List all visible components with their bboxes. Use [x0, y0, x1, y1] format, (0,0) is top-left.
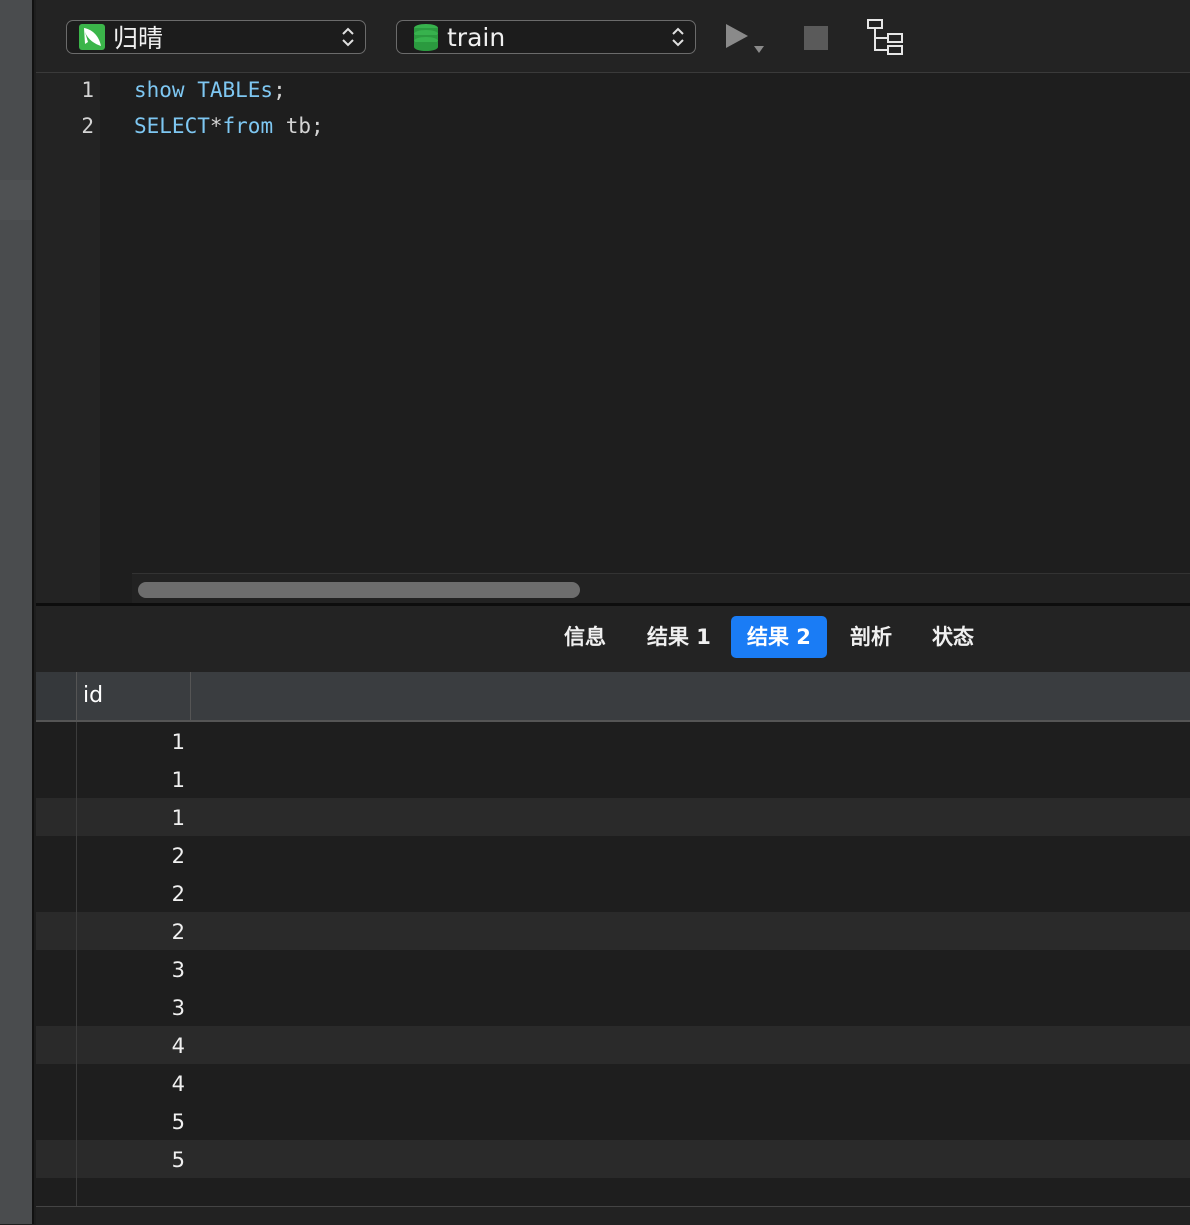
- leaf-connection-icon: [79, 24, 105, 50]
- table-row[interactable]: 3: [36, 950, 1190, 988]
- connection-label: 归晴: [113, 24, 164, 53]
- bottom-status-bar: [36, 1206, 1190, 1225]
- table-cell[interactable]: 2: [77, 874, 185, 912]
- table-row[interactable]: 3: [36, 988, 1190, 1026]
- sidebar-edge: [32, 0, 34, 1224]
- tab-result-1[interactable]: 结果 1: [631, 616, 727, 658]
- table-cell[interactable]: 1: [77, 722, 185, 760]
- query-toolbar: 归晴 train: [36, 0, 1190, 73]
- line-number: 2: [81, 114, 94, 138]
- chevron-updown-icon: [672, 27, 684, 47]
- table-row[interactable]: 5: [36, 1102, 1190, 1140]
- code-token: *: [209, 114, 223, 138]
- line-number: 1: [81, 78, 94, 102]
- database-icon: [414, 24, 438, 51]
- grid-rows: 1 1 1 2 2 2 3 3 4 4 5 5: [36, 722, 1190, 1210]
- code-line-1[interactable]: show TABLEs;: [134, 78, 286, 102]
- play-icon: [726, 24, 764, 53]
- sidebar-selection-shade: [0, 180, 34, 220]
- result-grid: id 1 1 1 2 2 2 3 3 4 4 5 5: [36, 672, 1190, 1224]
- table-row[interactable]: 4: [36, 1026, 1190, 1064]
- run-button[interactable]: [724, 18, 768, 62]
- result-tabs: 信息 结果 1 结果 2 剖析 状态: [36, 606, 1190, 672]
- grid-header: id: [36, 672, 1190, 722]
- table-row[interactable]: 1: [36, 722, 1190, 760]
- table-cell[interactable]: 1: [77, 760, 185, 798]
- database-select[interactable]: train: [396, 20, 696, 54]
- tab-info[interactable]: 信息: [548, 616, 622, 658]
- table-cell[interactable]: 4: [77, 1064, 185, 1102]
- database-label: train: [447, 22, 506, 52]
- tree-icon: [867, 19, 903, 55]
- left-sidebar-strip: [0, 0, 34, 1224]
- line-number-gutter: [36, 73, 100, 603]
- table-cell[interactable]: 2: [77, 912, 185, 950]
- table-cell[interactable]: 1: [77, 798, 185, 836]
- column-header-id[interactable]: id: [77, 672, 191, 720]
- tab-profile[interactable]: 剖析: [834, 616, 908, 658]
- row-header-corner: [36, 672, 77, 720]
- code-token: tb;: [273, 114, 324, 138]
- table-row[interactable]: 2: [36, 836, 1190, 874]
- table-cell[interactable]: 3: [77, 988, 185, 1026]
- sql-editor[interactable]: 1 2 show TABLEs; SELECT*from tb;: [36, 73, 1190, 604]
- code-line-2[interactable]: SELECT*from tb;: [134, 114, 324, 138]
- chevron-updown-icon: [342, 27, 354, 47]
- table-row[interactable]: 5: [36, 1140, 1190, 1178]
- code-token: from: [222, 114, 274, 138]
- tab-status[interactable]: 状态: [916, 616, 990, 658]
- table-cell[interactable]: 5: [77, 1102, 185, 1140]
- explain-button[interactable]: [866, 18, 906, 62]
- table-cell[interactable]: 5: [77, 1140, 185, 1178]
- table-row[interactable]: 2: [36, 912, 1190, 950]
- tab-result-2[interactable]: 结果 2: [731, 616, 827, 658]
- table-row[interactable]: 2: [36, 874, 1190, 912]
- table-row[interactable]: 4: [36, 1064, 1190, 1102]
- stop-icon: [804, 26, 828, 50]
- table-row[interactable]: 1: [36, 760, 1190, 798]
- table-row[interactable]: 1: [36, 798, 1190, 836]
- connection-select[interactable]: 归晴: [66, 20, 366, 54]
- code-token: SELECT: [134, 114, 210, 138]
- horizontal-scrollbar[interactable]: [132, 573, 1190, 604]
- table-cell[interactable]: 2: [77, 836, 185, 874]
- scrollbar-thumb[interactable]: [138, 582, 580, 598]
- code-token: show TABLEs: [134, 78, 274, 102]
- stop-button[interactable]: [804, 26, 828, 54]
- code-token: ;: [273, 78, 286, 102]
- table-cell[interactable]: 4: [77, 1026, 185, 1064]
- table-cell[interactable]: 3: [77, 950, 185, 988]
